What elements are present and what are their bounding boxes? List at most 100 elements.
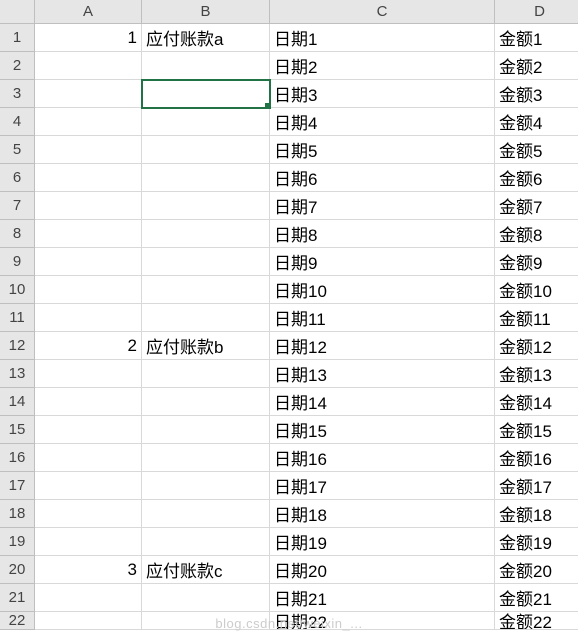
cell-D19[interactable]: 金额19 [495,528,578,556]
cell-C5[interactable]: 日期5 [270,136,495,164]
cell-D6[interactable]: 金额6 [495,164,578,192]
cell-C15[interactable]: 日期15 [270,416,495,444]
row-header-8[interactable]: 8 [0,220,35,248]
cell-D1[interactable]: 金额1 [495,24,578,52]
cell-C7[interactable]: 日期7 [270,192,495,220]
cell-B21[interactable] [142,584,270,612]
cell-C10[interactable]: 日期10 [270,276,495,304]
cell-C14[interactable]: 日期14 [270,388,495,416]
row-header-1[interactable]: 1 [0,24,35,52]
row-header-6[interactable]: 6 [0,164,35,192]
cell-B9[interactable] [142,248,270,276]
row-header-13[interactable]: 13 [0,360,35,388]
cell-B18[interactable] [142,500,270,528]
cell-B14[interactable] [142,388,270,416]
cell-B22[interactable] [142,612,270,630]
row-header-10[interactable]: 10 [0,276,35,304]
cell-C21[interactable]: 日期21 [270,584,495,612]
row-header-21[interactable]: 21 [0,584,35,612]
row-header-7[interactable]: 7 [0,192,35,220]
row-header-5[interactable]: 5 [0,136,35,164]
cell-B4[interactable] [142,108,270,136]
cell-D10[interactable]: 金额10 [495,276,578,304]
cell-B2[interactable] [142,52,270,80]
row-header-19[interactable]: 19 [0,528,35,556]
cell-C18[interactable]: 日期18 [270,500,495,528]
cell-C6[interactable]: 日期6 [270,164,495,192]
row-header-14[interactable]: 14 [0,388,35,416]
cell-B15[interactable] [142,416,270,444]
cell-A17[interactable] [35,472,142,500]
cell-B11[interactable] [142,304,270,332]
cell-C8[interactable]: 日期8 [270,220,495,248]
row-header-16[interactable]: 16 [0,444,35,472]
cell-B7[interactable] [142,192,270,220]
cell-A11[interactable] [35,304,142,332]
cell-A21[interactable] [35,584,142,612]
cell-B19[interactable] [142,528,270,556]
cell-A3[interactable] [35,80,142,108]
cell-A6[interactable] [35,164,142,192]
cell-C22[interactable]: 日期22 [270,612,495,630]
cell-C17[interactable]: 日期17 [270,472,495,500]
cell-D13[interactable]: 金额13 [495,360,578,388]
cell-A19[interactable] [35,528,142,556]
cell-B3[interactable] [142,80,270,108]
cell-C3[interactable]: 日期3 [270,80,495,108]
cell-D5[interactable]: 金额5 [495,136,578,164]
cell-A12[interactable]: 2 [35,332,142,360]
row-header-17[interactable]: 17 [0,472,35,500]
row-header-9[interactable]: 9 [0,248,35,276]
cell-A7[interactable] [35,192,142,220]
cell-B17[interactable] [142,472,270,500]
cell-D16[interactable]: 金额16 [495,444,578,472]
cell-D9[interactable]: 金额9 [495,248,578,276]
cell-D2[interactable]: 金额2 [495,52,578,80]
cell-B5[interactable] [142,136,270,164]
cell-A9[interactable] [35,248,142,276]
row-header-20[interactable]: 20 [0,556,35,584]
cell-B20[interactable]: 应付账款c [142,556,270,584]
cell-B8[interactable] [142,220,270,248]
cell-D14[interactable]: 金额14 [495,388,578,416]
cell-A14[interactable] [35,388,142,416]
cell-B1[interactable]: 应付账款a [142,24,270,52]
cell-C2[interactable]: 日期2 [270,52,495,80]
cell-D11[interactable]: 金额11 [495,304,578,332]
row-header-2[interactable]: 2 [0,52,35,80]
cell-A8[interactable] [35,220,142,248]
cell-A18[interactable] [35,500,142,528]
cell-D3[interactable]: 金额3 [495,80,578,108]
cell-A5[interactable] [35,136,142,164]
cell-C9[interactable]: 日期9 [270,248,495,276]
cell-C11[interactable]: 日期11 [270,304,495,332]
col-header-D[interactable]: D [495,0,578,24]
row-header-3[interactable]: 3 [0,80,35,108]
cell-A10[interactable] [35,276,142,304]
col-header-C[interactable]: C [270,0,495,24]
cell-D17[interactable]: 金额17 [495,472,578,500]
row-header-11[interactable]: 11 [0,304,35,332]
cell-B12[interactable]: 应付账款b [142,332,270,360]
cell-D7[interactable]: 金额7 [495,192,578,220]
row-header-15[interactable]: 15 [0,416,35,444]
cell-A1[interactable]: 1 [35,24,142,52]
cell-A20[interactable]: 3 [35,556,142,584]
cell-C4[interactable]: 日期4 [270,108,495,136]
cell-C20[interactable]: 日期20 [270,556,495,584]
spreadsheet-grid[interactable]: ABCD11应付账款a日期1金额12日期2金额23日期3金额34日期4金额45日… [0,0,578,630]
row-header-22[interactable]: 22 [0,612,35,630]
cell-A2[interactable] [35,52,142,80]
cell-C13[interactable]: 日期13 [270,360,495,388]
cell-A4[interactable] [35,108,142,136]
cell-D8[interactable]: 金额8 [495,220,578,248]
cell-B13[interactable] [142,360,270,388]
cell-C16[interactable]: 日期16 [270,444,495,472]
cell-C1[interactable]: 日期1 [270,24,495,52]
cell-C19[interactable]: 日期19 [270,528,495,556]
cell-D18[interactable]: 金额18 [495,500,578,528]
cell-D4[interactable]: 金额4 [495,108,578,136]
row-header-18[interactable]: 18 [0,500,35,528]
col-header-A[interactable]: A [35,0,142,24]
cell-A13[interactable] [35,360,142,388]
